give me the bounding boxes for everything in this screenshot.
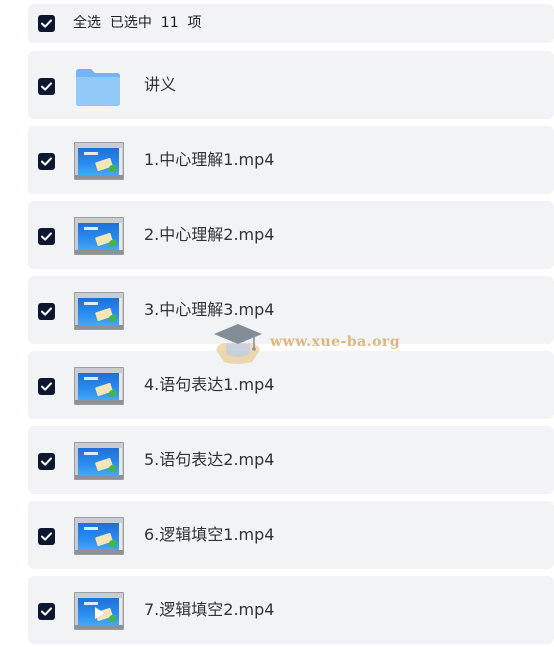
file-name[interactable]: 3.中心理解3.mp4 <box>144 300 274 320</box>
checkmark-icon <box>41 382 52 391</box>
item-checkbox[interactable] <box>38 603 55 620</box>
checkmark-icon <box>41 457 52 466</box>
checkmark-icon <box>41 82 52 91</box>
file-name[interactable]: 6.逻辑填空1.mp4 <box>144 525 274 545</box>
checkmark-icon <box>41 532 52 541</box>
list-item[interactable]: 4.语句表达1.mp4 <box>28 351 554 419</box>
item-checkbox[interactable] <box>38 453 55 470</box>
list-item[interactable]: 3.中心理解3.mp4 <box>28 276 554 344</box>
item-checkbox[interactable] <box>38 153 55 170</box>
selected-count-text: 已选中 11 项 <box>109 15 202 31</box>
file-name[interactable]: 5.语句表达2.mp4 <box>144 450 274 470</box>
list-item[interactable]: 讲义 <box>28 51 554 119</box>
item-checkbox[interactable] <box>38 378 55 395</box>
checkmark-icon <box>41 232 52 241</box>
file-name[interactable]: 2.中心理解2.mp4 <box>144 225 274 245</box>
file-list-page: 全选 已选中 11 项 讲义 1.中心理解1.mp4 2.中心理解2.mp4 3… <box>0 0 554 647</box>
file-name[interactable]: 7.逻辑填空2.mp4 <box>144 600 274 620</box>
list-item[interactable]: 7.逻辑填空2.mp4 <box>28 576 554 644</box>
item-checkbox[interactable] <box>38 78 55 95</box>
list-item[interactable]: 5.语句表达2.mp4 <box>28 426 554 494</box>
checkmark-icon <box>41 19 52 28</box>
play-icon <box>95 607 104 619</box>
item-checkbox[interactable] <box>38 228 55 245</box>
item-checkbox[interactable] <box>38 528 55 545</box>
file-name[interactable]: 1.中心理解1.mp4 <box>144 150 274 170</box>
checkmark-icon <box>41 307 52 316</box>
file-name[interactable]: 讲义 <box>144 75 176 95</box>
file-name[interactable]: 4.语句表达1.mp4 <box>144 375 274 395</box>
select-all-checkbox[interactable] <box>38 15 55 32</box>
checkmark-icon <box>41 157 52 166</box>
list-item[interactable]: 1.中心理解1.mp4 <box>28 126 554 194</box>
selection-header: 全选 已选中 11 项 <box>28 4 554 43</box>
list-item[interactable]: 2.中心理解2.mp4 <box>28 201 554 269</box>
list-item[interactable]: 6.逻辑填空1.mp4 <box>28 501 554 569</box>
item-checkbox[interactable] <box>38 303 55 320</box>
checkmark-icon <box>41 607 52 616</box>
select-all-label[interactable]: 全选 <box>73 15 101 31</box>
selection-summary: 全选 已选中 11 项 <box>73 15 202 32</box>
